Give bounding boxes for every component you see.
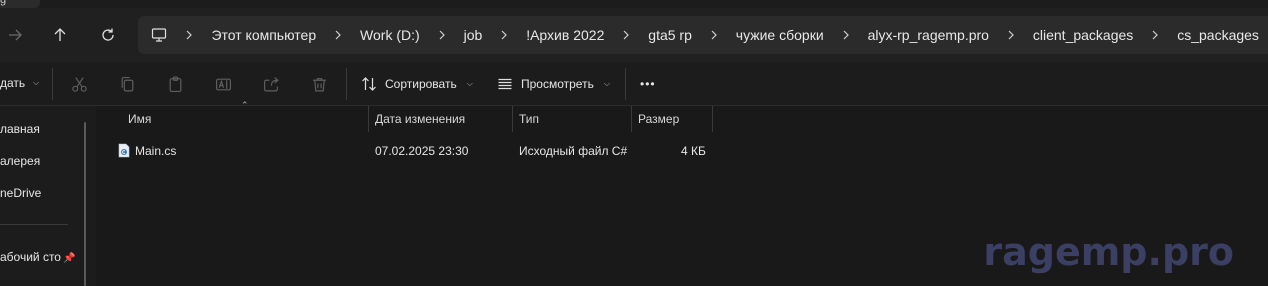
breadcrumb-gta5-rp[interactable]: gta5 rp <box>639 27 701 43</box>
chevron-right-icon[interactable] <box>1142 30 1168 40</box>
refresh-icon[interactable] <box>93 20 123 50</box>
file-type: Исходный файл C# <box>519 144 628 158</box>
rename-icon[interactable] <box>213 74 233 94</box>
sidebar-item-label: абочий сто <box>0 250 61 264</box>
breadcrumb-client-packages[interactable]: client_packages <box>1024 27 1142 43</box>
view-list-icon <box>498 78 512 90</box>
navigation-pane: лавная алерея neDrive абочий сто 📌 <box>0 106 96 286</box>
file-size: 4 КБ <box>681 144 706 158</box>
breadcrumb-work-drive[interactable]: Work (D:) <box>351 27 429 43</box>
breadcrumb-job[interactable]: job <box>455 27 492 43</box>
sidebar-item-label: лавная <box>0 122 40 136</box>
toolbar-divider <box>625 68 626 100</box>
sidebar-item-gallery[interactable]: алерея <box>0 154 40 168</box>
csharp-file-icon <box>118 143 130 158</box>
window-top-strip: g <box>0 0 1268 8</box>
watermark-text: ragemp.pro <box>983 230 1234 274</box>
up-arrow-icon[interactable] <box>45 20 75 50</box>
pin-icon: 📌 <box>62 253 76 264</box>
sort-button[interactable]: Сортировать ⌵ <box>361 74 473 94</box>
column-header-size[interactable]: Размер <box>632 106 713 132</box>
navigation-bar: Этот компьютер Work (D:) job !Архив 2022… <box>0 8 1268 62</box>
column-header-label: Дата изменения <box>375 112 466 126</box>
chevron-right-icon[interactable] <box>491 30 517 40</box>
file-name: Main.cs <box>135 144 177 158</box>
chevron-right-icon[interactable] <box>998 30 1024 40</box>
toolbar-divider <box>52 68 53 100</box>
breadcrumb-archive-2022[interactable]: !Архив 2022 <box>517 27 613 43</box>
column-header-label: Размер <box>638 112 680 126</box>
cut-icon[interactable] <box>69 74 89 94</box>
breadcrumb-other-builds[interactable]: чужие сборки <box>727 27 833 43</box>
breadcrumb-alyx-rp[interactable]: alyx-rp_ragemp.pro <box>859 27 998 43</box>
sidebar-item-desktop[interactable]: абочий сто 📌 <box>0 250 75 264</box>
chevron-right-icon[interactable] <box>833 30 859 40</box>
chevron-down-icon: ⌵ <box>603 79 610 88</box>
toolbar-divider <box>346 68 347 100</box>
chevron-right-icon[interactable] <box>325 30 351 40</box>
chevron-right-icon[interactable] <box>429 30 455 40</box>
copy-icon[interactable] <box>117 74 137 94</box>
file-row[interactable]: Main.cs 07.02.2025 23:30 Исходный файл C… <box>112 140 716 162</box>
sort-label: Сортировать <box>385 77 457 91</box>
share-icon[interactable] <box>261 74 281 94</box>
delete-icon[interactable] <box>309 74 329 94</box>
address-bar[interactable]: Этот компьютер Work (D:) job !Архив 2022… <box>138 16 1268 54</box>
file-modified: 07.02.2025 23:30 <box>375 144 469 158</box>
view-label: Просмотреть <box>521 77 594 91</box>
breadcrumb-this-pc[interactable]: Этот компьютер <box>202 27 325 43</box>
breadcrumb-cs-packages[interactable]: cs_packages <box>1168 27 1268 43</box>
tab-label: g <box>0 0 7 6</box>
sidebar-item-label: алерея <box>0 154 41 168</box>
chevron-right-icon[interactable] <box>701 30 727 40</box>
more-icon: ••• <box>640 77 656 91</box>
browser-tab[interactable]: g <box>0 0 40 8</box>
column-header-label: Имя <box>128 112 152 126</box>
sidebar-item-home[interactable]: лавная <box>0 122 40 136</box>
forward-arrow-icon[interactable] <box>0 20 30 50</box>
new-button[interactable]: дать ⌵ <box>0 76 39 90</box>
sidebar-item-onedrive[interactable]: neDrive <box>0 186 41 200</box>
sidebar-item-label: neDrive <box>0 186 42 200</box>
chevron-down-icon: ⌵ <box>466 79 473 88</box>
paste-icon[interactable] <box>165 74 185 94</box>
column-header-label: Тип <box>519 112 540 126</box>
column-header-type[interactable]: Тип <box>513 106 632 132</box>
more-options-button[interactable]: ••• <box>640 74 656 94</box>
computer-icon[interactable] <box>150 25 169 45</box>
column-header-modified[interactable]: Дата изменения <box>369 106 513 132</box>
chevron-right-icon[interactable] <box>613 30 639 40</box>
sort-icon <box>362 77 376 91</box>
sidebar-divider <box>0 224 68 225</box>
command-bar: дать ⌵ Сортировать ⌵ Просмотреть ⌵ ••• <box>0 62 1268 106</box>
new-button-label: дать <box>0 76 26 90</box>
column-header-name[interactable]: Имя <box>122 106 369 132</box>
view-button[interactable]: Просмотреть ⌵ <box>497 74 610 94</box>
chevron-down-icon: ⌵ <box>33 78 40 87</box>
chevron-right-icon[interactable] <box>177 30 203 40</box>
sidebar-scrollbar[interactable] <box>84 122 86 286</box>
